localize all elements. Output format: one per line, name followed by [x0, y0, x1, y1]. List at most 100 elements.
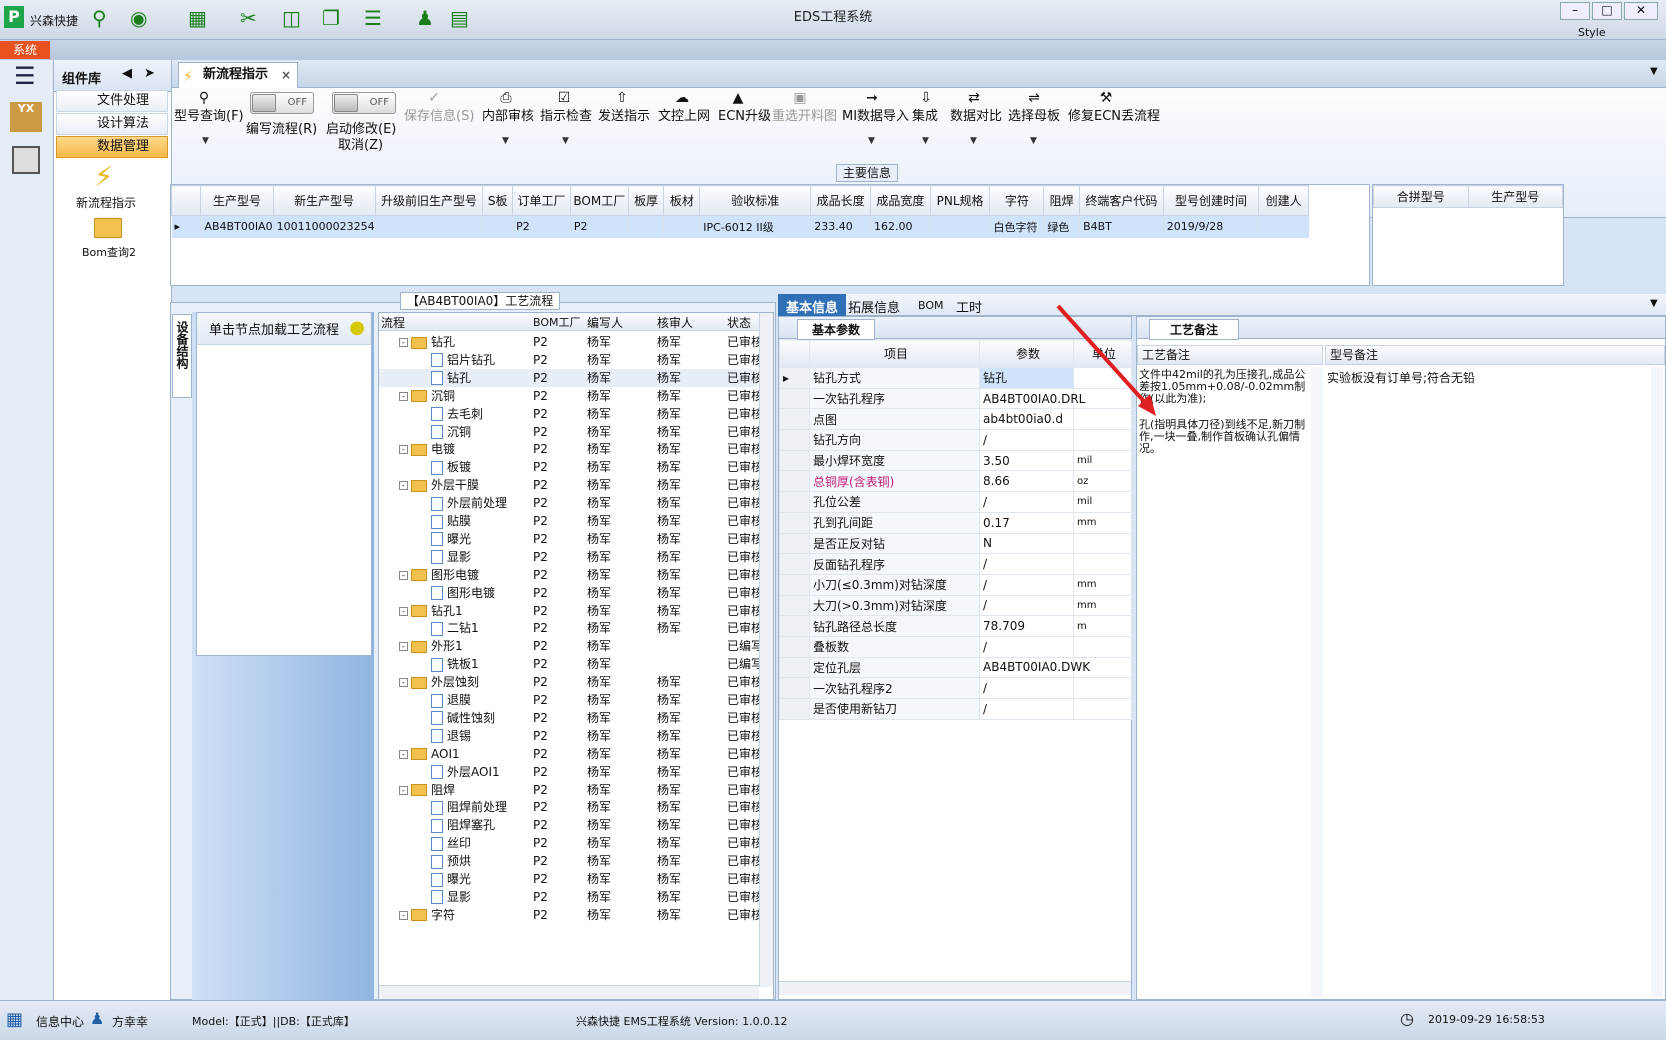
- process-tree-row[interactable]: - AOI1 P2 杨军 杨军 已审核: [379, 745, 759, 763]
- mi-import-button[interactable]: MI数据导入: [842, 105, 909, 124]
- process-tree-row[interactable]: - 外层干膜 P2 杨军 杨军 已审核: [379, 476, 759, 494]
- params-row[interactable]: 小刀(≤0.3mm)对钻深度 / mm: [779, 573, 1132, 596]
- param-value[interactable]: /: [979, 491, 1074, 513]
- process-tree-row[interactable]: 退锡 P2 杨军 杨军 已审核: [379, 727, 759, 745]
- process-tree-row[interactable]: 图形电镀 P2 杨军 杨军 已审核: [379, 584, 759, 602]
- param-value[interactable]: AB4BT00IA0.DWK: [979, 656, 1090, 679]
- chevron-down-icon[interactable]: ▼: [922, 136, 929, 146]
- column-header[interactable]: 项目: [809, 339, 980, 368]
- start-modify-toggle[interactable]: OFF: [332, 92, 396, 114]
- document-online-button[interactable]: 文控上网: [658, 105, 710, 124]
- style-menu[interactable]: Style: [1578, 26, 1606, 39]
- process-tree-row[interactable]: 钻孔 P2 杨军 杨军 已审核: [379, 368, 759, 387]
- process-note-text[interactable]: 文件中42mil的孔为压接孔,成品公差按1.05mm+0.08/-0.02mm制…: [1139, 369, 1309, 455]
- tab-basic-info[interactable]: 基本信息: [778, 294, 847, 316]
- collapse-icon[interactable]: -: [399, 785, 408, 795]
- cell[interactable]: 162.00: [870, 215, 931, 238]
- tab-dropdown-icon[interactable]: ▼: [1650, 66, 1658, 77]
- process-tree-row[interactable]: - 钻孔 P2 杨军 杨军 已审核: [379, 333, 759, 351]
- process-tree-row[interactable]: - 阻焊 P2 杨军 杨军 已审核: [379, 781, 759, 799]
- horizontal-scrollbar[interactable]: [779, 981, 1131, 995]
- calculator-icon[interactable]: [12, 146, 40, 174]
- cell[interactable]: 10011000023254: [273, 215, 376, 238]
- param-value[interactable]: /: [979, 553, 1074, 575]
- collapse-icon[interactable]: -: [399, 910, 408, 920]
- process-tree-row[interactable]: 预烘 P2 杨军 杨军 已审核: [379, 852, 759, 870]
- column-header[interactable]: PNL规格: [929, 185, 991, 216]
- collapse-icon[interactable]: -: [399, 749, 408, 759]
- collapse-icon[interactable]: -: [399, 445, 408, 455]
- cell[interactable]: AB4BT00IA0: [200, 215, 274, 238]
- process-tree-row[interactable]: 丝印 P2 杨军 杨军 已审核: [379, 834, 759, 852]
- horizontal-scrollbar[interactable]: [379, 985, 759, 999]
- windows-icon[interactable]: ▦: [6, 1009, 23, 1030]
- cell[interactable]: [663, 215, 701, 238]
- select-motherboard-button[interactable]: 选择母板: [1008, 105, 1060, 124]
- process-node[interactable]: - 阻焊: [399, 781, 527, 799]
- column-header[interactable]: 阻焊: [1043, 185, 1081, 216]
- main-info-row[interactable]: ▸ AB4BT00IA0 10011000023254 P2 P2 IPC-60…: [171, 215, 1309, 238]
- params-row[interactable]: 叠板数 /: [779, 635, 1132, 658]
- tab-bom[interactable]: BOM: [918, 299, 944, 312]
- param-value[interactable]: /: [979, 677, 1074, 699]
- column-header[interactable]: 创建人: [1258, 185, 1309, 216]
- process-tree-row[interactable]: 曝光 P2 杨军 杨军 已审核: [379, 870, 759, 888]
- process-tree-row[interactable]: 外层AOI1 P2 杨军 杨军 已审核: [379, 763, 759, 781]
- process-tree-row[interactable]: 显影 P2 杨军 杨军 已审核: [379, 548, 759, 566]
- write-flow-toggle[interactable]: OFF: [250, 92, 314, 114]
- params-row[interactable]: 钻孔路径总长度 78.709 m: [779, 615, 1132, 637]
- notes-title[interactable]: 工艺备注: [1149, 319, 1240, 340]
- ecn-upgrade-button[interactable]: ECN升级: [718, 105, 771, 124]
- param-value[interactable]: 8.66: [979, 470, 1074, 493]
- notes-scrollbar-2[interactable]: [1651, 367, 1663, 997]
- process-tree-row[interactable]: 退膜 P2 杨军 杨军 已审核: [379, 691, 759, 709]
- collapse-icon[interactable]: -: [399, 642, 408, 652]
- process-node[interactable]: - 外层干膜: [399, 476, 527, 494]
- param-value[interactable]: N: [979, 532, 1074, 555]
- process-node[interactable]: - 电镀: [399, 440, 527, 458]
- column-header[interactable]: 状态: [727, 314, 751, 331]
- component-item-file[interactable]: 文件处理: [56, 90, 168, 112]
- param-value[interactable]: 78.709: [979, 615, 1074, 637]
- cell[interactable]: B4BT: [1079, 215, 1164, 238]
- process-tree-row[interactable]: - 字符 P2 杨军 杨军 已审核: [379, 906, 759, 924]
- column-header[interactable]: 订单工厂: [512, 185, 571, 216]
- cell[interactable]: 2019/9/28: [1163, 215, 1260, 238]
- process-tree-row[interactable]: - 电镀 P2 杨军 杨军 已审核: [379, 440, 759, 458]
- tab-extended-info[interactable]: 拓展信息: [848, 297, 900, 316]
- column-header[interactable]: 升级前旧生产型号: [374, 185, 484, 216]
- process-node[interactable]: - AOI1: [399, 745, 527, 763]
- param-value[interactable]: /: [979, 573, 1074, 596]
- params-row[interactable]: 大刀(>0.3mm)对钻深度 / mm: [779, 594, 1132, 617]
- collapse-icon[interactable]: -: [399, 606, 408, 616]
- collapse-icon[interactable]: -: [399, 678, 408, 688]
- process-tree-row[interactable]: 铣板1 P2 杨军 已编写: [379, 655, 759, 673]
- process-tree-row[interactable]: 曝光 P2 杨军 杨军 已审核: [379, 530, 759, 548]
- process-tree-row[interactable]: - 图形电镀 P2 杨军 杨军 已审核: [379, 566, 759, 584]
- params-row[interactable]: 是否正反对钻 N: [779, 532, 1132, 555]
- factory-icon[interactable]: YX: [10, 102, 42, 132]
- tool-new-flow[interactable]: 新流程指示: [76, 194, 136, 211]
- indication-check-button[interactable]: 指示检查: [540, 105, 592, 124]
- process-tree-row[interactable]: 沉铜 P2 杨军 杨军 已审核: [379, 423, 759, 441]
- cell[interactable]: 绿色: [1043, 215, 1081, 238]
- process-tree-row[interactable]: 铝片钻孔 P2 杨军 杨军 已审核: [379, 351, 759, 369]
- params-row[interactable]: 孔到孔间距 0.17 mm: [779, 511, 1132, 534]
- process-node[interactable]: - 字符: [399, 906, 527, 924]
- component-item-algorithm[interactable]: 设计算法: [56, 113, 168, 135]
- collapse-icon[interactable]: -: [399, 391, 408, 401]
- cancel-button[interactable]: 取消(Z): [338, 134, 383, 153]
- chevron-down-icon[interactable]: ▼: [562, 136, 569, 146]
- internal-review-button[interactable]: 内部审核: [482, 105, 534, 124]
- column-header[interactable]: 成品长度: [810, 185, 872, 216]
- tool-bom-query[interactable]: Bom查询2: [82, 244, 136, 260]
- basic-params-title[interactable]: 基本参数: [797, 319, 876, 340]
- column-header[interactable]: 验收标准: [699, 185, 812, 216]
- params-row[interactable]: 最小焊环宽度 3.50 mil: [779, 449, 1132, 472]
- folder-icon[interactable]: [94, 218, 122, 238]
- column-header[interactable]: S板: [482, 185, 514, 216]
- process-node[interactable]: - 图形电镀: [399, 566, 527, 584]
- pin-icon[interactable]: ➤: [144, 66, 155, 81]
- lightning-icon[interactable]: ⚡: [94, 160, 114, 193]
- cell[interactable]: P2: [570, 215, 629, 238]
